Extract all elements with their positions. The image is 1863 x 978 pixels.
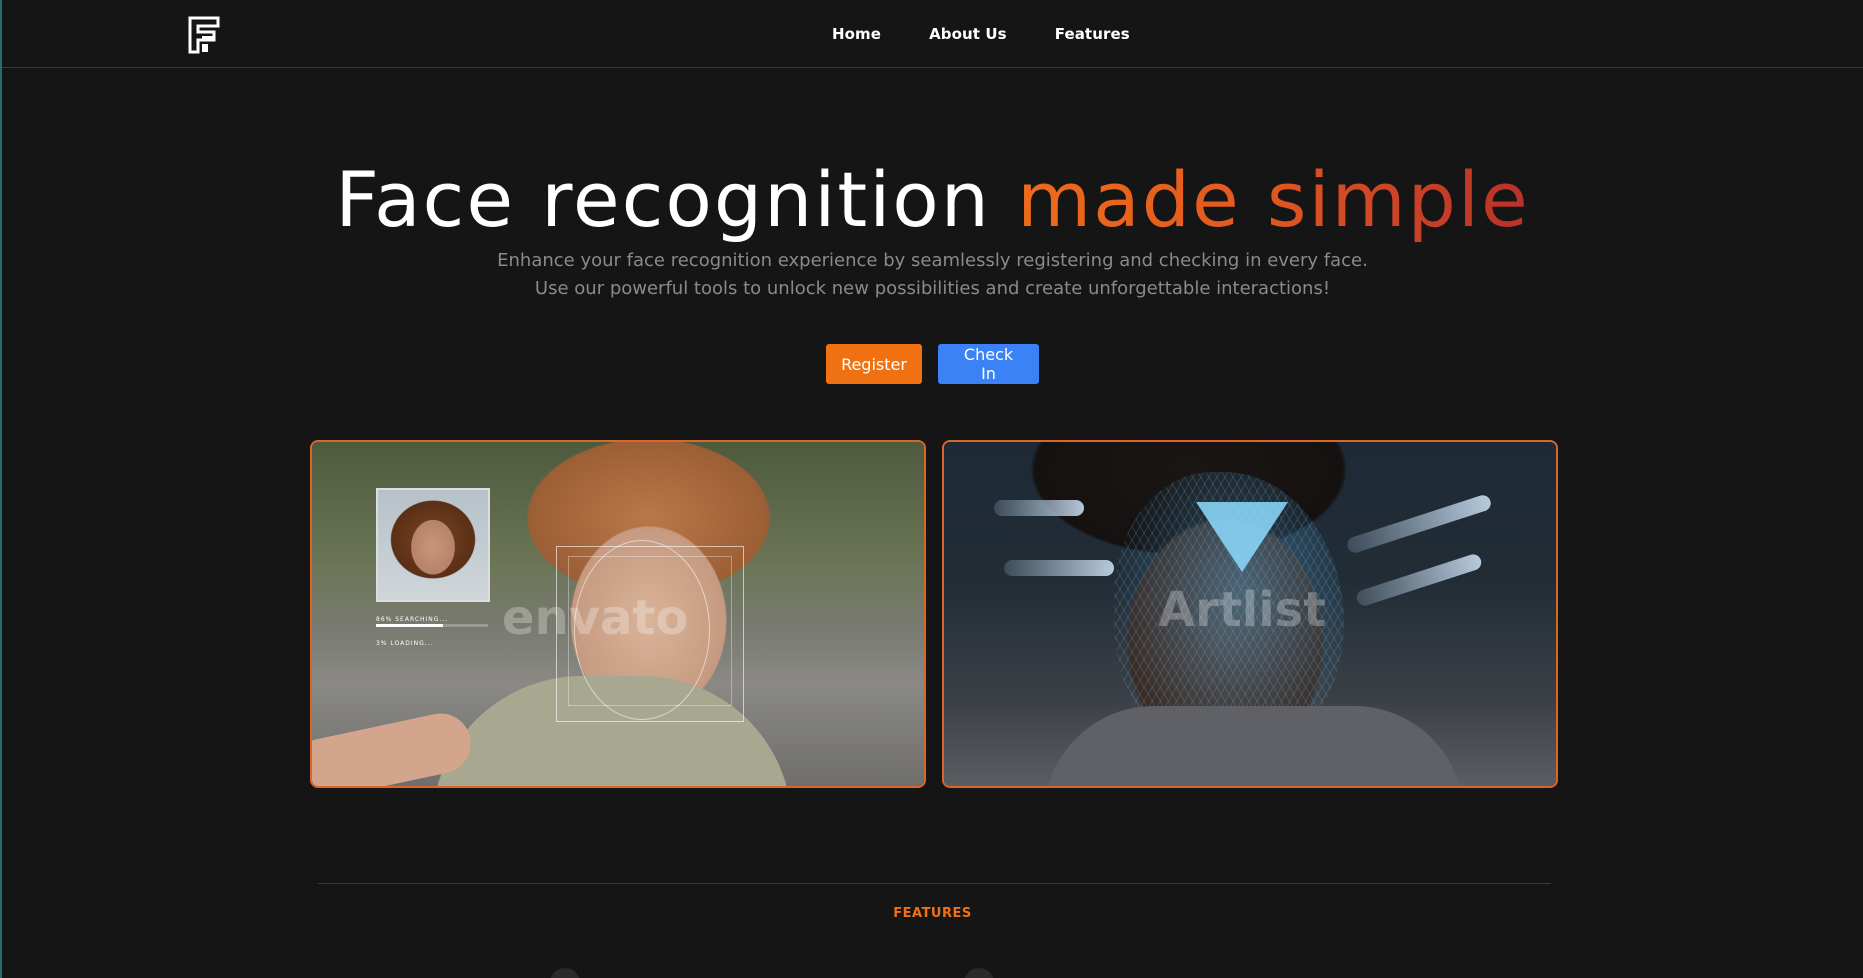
feature-icon-placeholder bbox=[964, 968, 994, 978]
hero-subtitle-line-2: Use our powerful tools to unlock new pos… bbox=[534, 278, 1331, 299]
hero-title-plain: Face recognition bbox=[335, 155, 1018, 244]
features-section-label: FEATURES bbox=[893, 906, 972, 921]
searching-text: 86% SEARCHING... bbox=[376, 616, 449, 623]
feature-icon-placeholder bbox=[550, 968, 580, 978]
mesh-triangle-icon bbox=[1196, 502, 1288, 572]
face-scan-image-left: 86% SEARCHING... 3% LOADING... envato bbox=[310, 440, 926, 788]
background-light bbox=[994, 500, 1084, 516]
background-light bbox=[1004, 560, 1114, 576]
nav-home[interactable]: Home bbox=[832, 25, 881, 43]
watermark-artlist: Artlist bbox=[1158, 582, 1327, 638]
person-shirt bbox=[1044, 706, 1464, 786]
top-nav-bar: Home About Us Features bbox=[2, 0, 1863, 68]
logo-icon[interactable] bbox=[186, 16, 222, 54]
hero-subtitle: Enhance your face recognition experience… bbox=[2, 247, 1863, 303]
page: Home About Us Features Face recognition … bbox=[0, 0, 1863, 978]
hero-subtitle-line-1: Enhance your face recognition experience… bbox=[497, 250, 1368, 271]
hero-title-accent: made simple bbox=[1017, 155, 1530, 244]
hero-actions: Register Check In bbox=[2, 344, 1863, 384]
loading-text: 3% LOADING... bbox=[376, 640, 434, 647]
section-divider bbox=[318, 883, 1551, 884]
register-button[interactable]: Register bbox=[826, 344, 922, 384]
search-progress-bar bbox=[376, 624, 488, 627]
main-nav: Home About Us Features bbox=[832, 0, 1130, 68]
check-in-button[interactable]: Check In bbox=[938, 344, 1039, 384]
hero-title: Face recognition made simple bbox=[2, 155, 1863, 245]
match-thumbnail bbox=[376, 488, 490, 602]
nav-about-us[interactable]: About Us bbox=[929, 25, 1007, 43]
nav-features[interactable]: Features bbox=[1055, 25, 1130, 43]
face-mesh-image-right: Artlist bbox=[942, 440, 1558, 788]
watermark-envato: envato bbox=[502, 590, 689, 646]
